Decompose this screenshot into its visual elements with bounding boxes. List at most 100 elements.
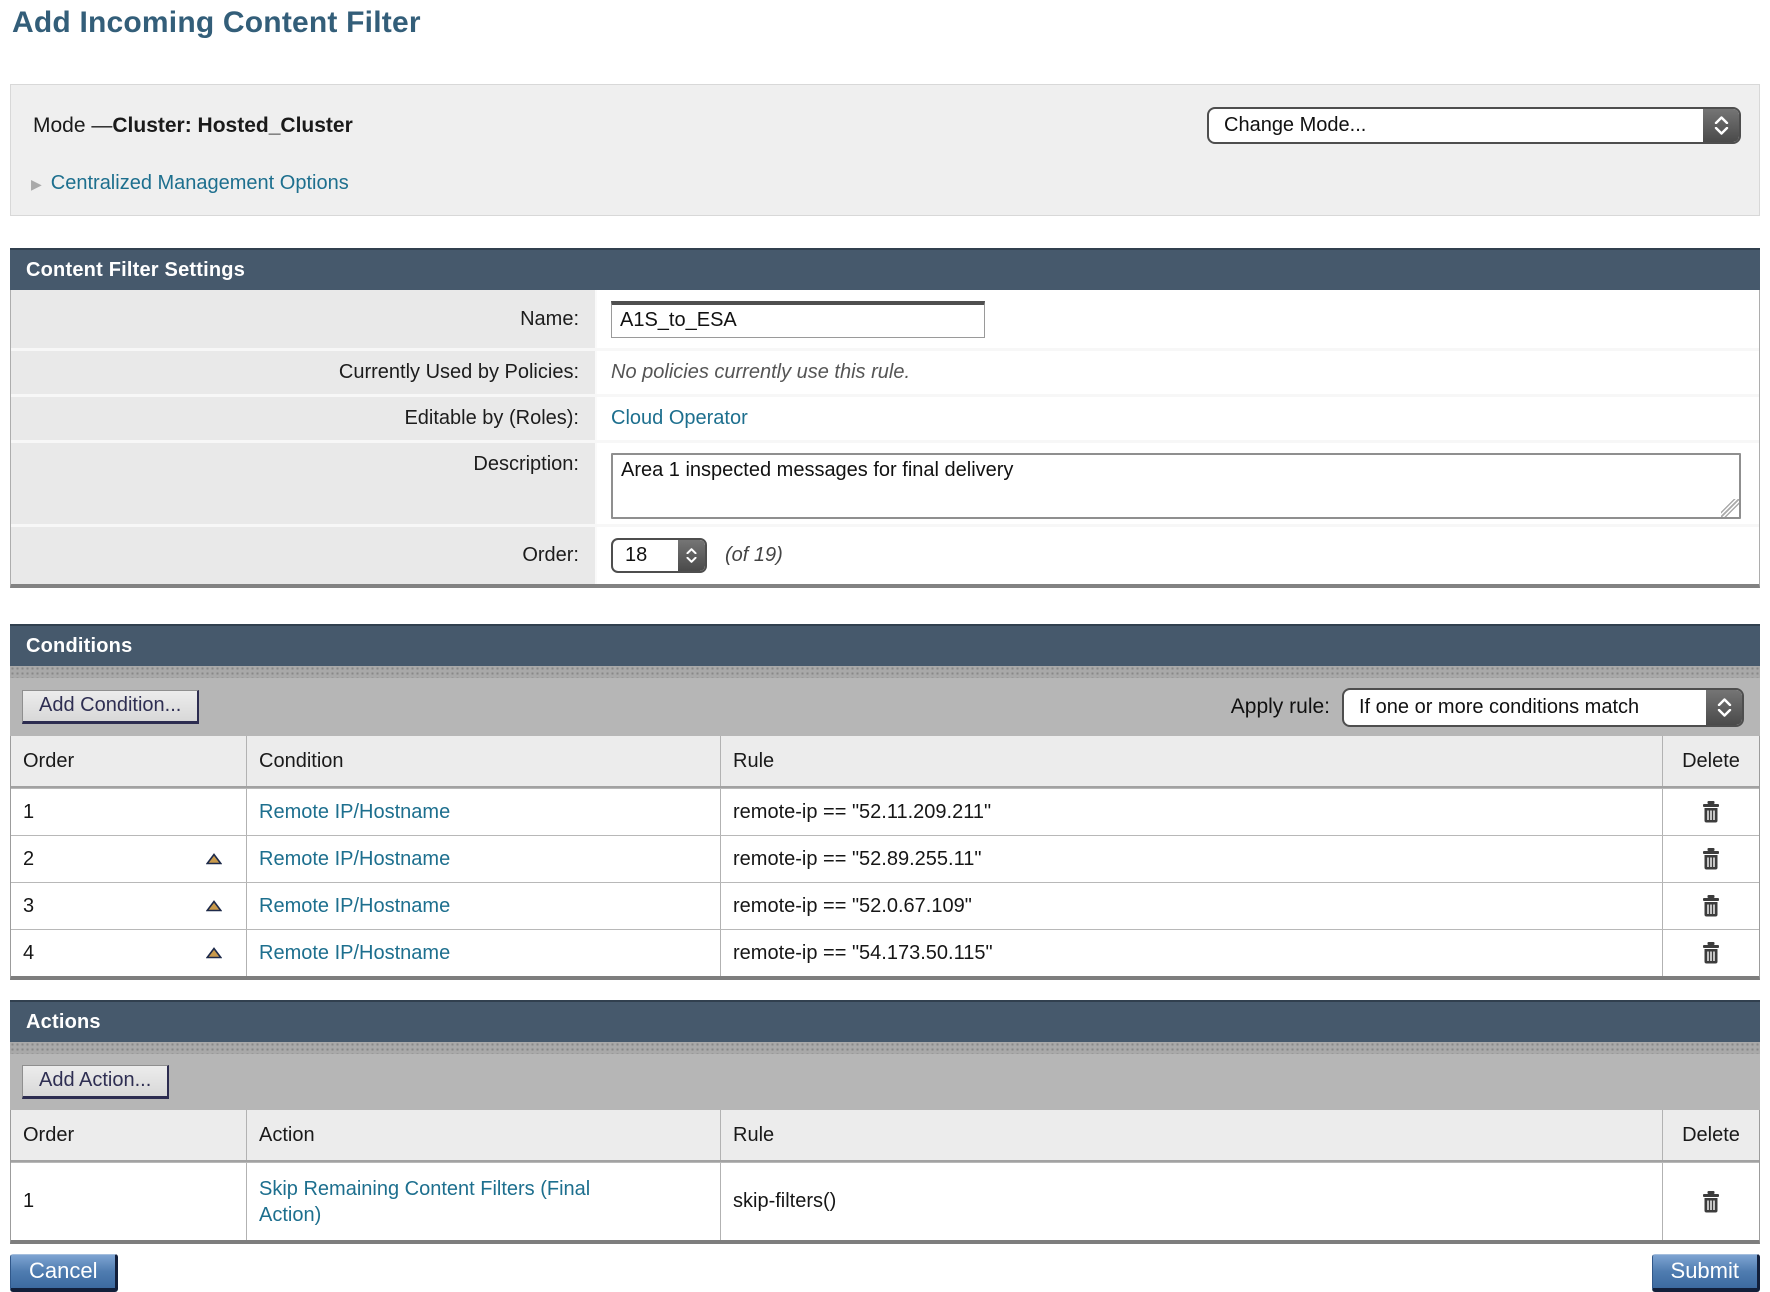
mode-text: Mode —Cluster: Hosted_Cluster: [33, 114, 353, 138]
policies-label: Currently Used by Policies:: [11, 351, 597, 394]
action-table-row: 1 Skip Remaining Content Filters (Final …: [11, 1162, 1759, 1240]
order-label: Order:: [11, 527, 597, 584]
up-down-chevrons-icon: [1703, 109, 1739, 142]
condition-rule: remote-ip == "52.11.209.211": [733, 801, 991, 824]
settings-row-description: Description: Area 1 inspected messages f…: [11, 440, 1759, 524]
settings-row-policies: Currently Used by Policies: No policies …: [11, 348, 1759, 394]
condition-link[interactable]: Remote IP/Hostname: [259, 942, 450, 965]
order-total-note: (of 19): [725, 544, 783, 567]
content-filter-settings-section: Content Filter Settings Name: Currently …: [10, 248, 1760, 588]
name-label: Name:: [11, 290, 597, 348]
description-textarea[interactable]: Area 1 inspected messages for final deli…: [611, 453, 1741, 519]
column-header-delete: Delete: [1663, 736, 1759, 786]
delete-condition-button[interactable]: [1700, 847, 1722, 871]
add-condition-button[interactable]: Add Condition...: [22, 690, 199, 724]
condition-link[interactable]: Remote IP/Hostname: [259, 895, 450, 918]
conditions-table-header: Order Condition Rule Delete: [11, 736, 1759, 788]
description-label: Description:: [11, 443, 597, 524]
column-header-order: Order: [11, 1110, 247, 1160]
mode-label: Mode —: [33, 114, 112, 137]
texture-strip: [10, 1042, 1760, 1054]
change-mode-select[interactable]: Change Mode...: [1207, 107, 1741, 144]
up-triangle-icon: [206, 947, 222, 959]
condition-table-row: 3 Remote IP/Hostname remote-ip == "52.0.…: [11, 882, 1759, 929]
order-select-value: 18: [613, 544, 647, 567]
up-triangle-icon: [206, 853, 222, 865]
change-mode-select-value: Change Mode...: [1209, 114, 1366, 137]
move-up-button[interactable]: [206, 853, 222, 865]
add-action-button[interactable]: Add Action...: [22, 1065, 169, 1099]
trash-icon: [1700, 800, 1722, 824]
trash-icon: [1700, 941, 1722, 965]
conditions-section: Conditions Add Condition... Apply rule: …: [10, 624, 1760, 980]
settings-table: Name: Currently Used by Policies: No pol…: [10, 290, 1760, 588]
up-down-chevrons-icon: [678, 540, 705, 571]
page: Add Incoming Content Filter Mode —Cluste…: [0, 6, 1770, 1292]
centralized-management-options-link[interactable]: Centralized Management Options: [51, 172, 349, 195]
column-header-condition: Condition: [247, 736, 721, 786]
mode-row: Mode —Cluster: Hosted_Cluster Change Mod…: [33, 107, 1741, 144]
order-select[interactable]: 18: [611, 538, 707, 573]
condition-order: 4: [23, 942, 34, 965]
conditions-table: Order Condition Rule Delete 1 Remote IP/…: [10, 736, 1760, 980]
actions-table: Order Action Rule Delete 1 Skip Remainin…: [10, 1110, 1760, 1244]
condition-order: 1: [23, 801, 34, 824]
condition-link[interactable]: Remote IP/Hostname: [259, 848, 450, 871]
mode-value: Cluster: Hosted_Cluster: [112, 114, 352, 137]
page-title: Add Incoming Content Filter: [12, 6, 1760, 40]
policies-value: No policies currently use this rule.: [611, 361, 910, 384]
action-link[interactable]: Skip Remaining Content Filters (Final Ac…: [259, 1176, 641, 1228]
actions-table-header: Order Action Rule Delete: [11, 1110, 1759, 1162]
settings-row-editable: Editable by (Roles): Cloud Operator: [11, 394, 1759, 440]
mode-panel: Mode —Cluster: Hosted_Cluster Change Mod…: [10, 84, 1760, 216]
condition-rule: remote-ip == "52.89.255.11": [733, 848, 981, 871]
up-down-chevrons-icon: [1706, 690, 1742, 725]
condition-table-row: 4 Remote IP/Hostname remote-ip == "54.17…: [11, 929, 1759, 976]
delete-condition-button[interactable]: [1700, 894, 1722, 918]
expand-triangle-icon[interactable]: ▶: [31, 177, 42, 191]
conditions-toolbar: Add Condition... Apply rule: If one or m…: [10, 678, 1760, 736]
condition-order: 3: [23, 895, 34, 918]
condition-link[interactable]: Remote IP/Hostname: [259, 801, 450, 824]
apply-rule-select[interactable]: If one or more conditions match: [1342, 688, 1744, 727]
condition-table-row: 2 Remote IP/Hostname remote-ip == "52.89…: [11, 835, 1759, 882]
column-header-order: Order: [11, 736, 247, 786]
conditions-section-header: Conditions: [10, 624, 1760, 666]
action-rule: skip-filters(): [733, 1190, 836, 1213]
trash-icon: [1700, 894, 1722, 918]
trash-icon: [1700, 1190, 1722, 1214]
apply-rule-label: Apply rule:: [1231, 695, 1330, 719]
column-header-rule: Rule: [721, 1110, 1663, 1160]
condition-rule: remote-ip == "52.0.67.109": [733, 895, 972, 918]
settings-row-name: Name:: [11, 290, 1759, 348]
editable-label: Editable by (Roles):: [11, 397, 597, 440]
action-order: 1: [23, 1190, 34, 1213]
delete-condition-button[interactable]: [1700, 800, 1722, 824]
delete-condition-button[interactable]: [1700, 941, 1722, 965]
column-header-rule: Rule: [721, 736, 1663, 786]
footer-bar: Cancel Submit: [10, 1254, 1760, 1292]
column-header-delete: Delete: [1663, 1110, 1759, 1160]
delete-action-button[interactable]: [1700, 1190, 1722, 1214]
condition-table-row: 1 Remote IP/Hostname remote-ip == "52.11…: [11, 788, 1759, 835]
up-triangle-icon: [206, 900, 222, 912]
move-up-button[interactable]: [206, 947, 222, 959]
actions-section: Actions Add Action... Order Action Rule …: [10, 1000, 1760, 1244]
management-options-row: ▶ Centralized Management Options: [31, 172, 349, 195]
apply-rule-group: Apply rule: If one or more conditions ma…: [1231, 688, 1744, 727]
actions-toolbar: Add Action...: [10, 1054, 1760, 1110]
actions-section-header: Actions: [10, 1000, 1760, 1042]
cancel-button[interactable]: Cancel: [10, 1254, 118, 1292]
move-up-button[interactable]: [206, 900, 222, 912]
cloud-operator-link[interactable]: Cloud Operator: [611, 407, 748, 430]
condition-rule: remote-ip == "54.173.50.115": [733, 942, 993, 965]
apply-rule-select-value: If one or more conditions match: [1344, 696, 1639, 719]
trash-icon: [1700, 847, 1722, 871]
submit-button[interactable]: Submit: [1652, 1254, 1760, 1292]
condition-order: 2: [23, 848, 34, 871]
column-header-action: Action: [247, 1110, 721, 1160]
settings-row-order: Order: 18 (of 19): [11, 524, 1759, 584]
name-input[interactable]: [611, 301, 985, 338]
settings-section-header: Content Filter Settings: [10, 248, 1760, 290]
texture-strip: [10, 666, 1760, 678]
